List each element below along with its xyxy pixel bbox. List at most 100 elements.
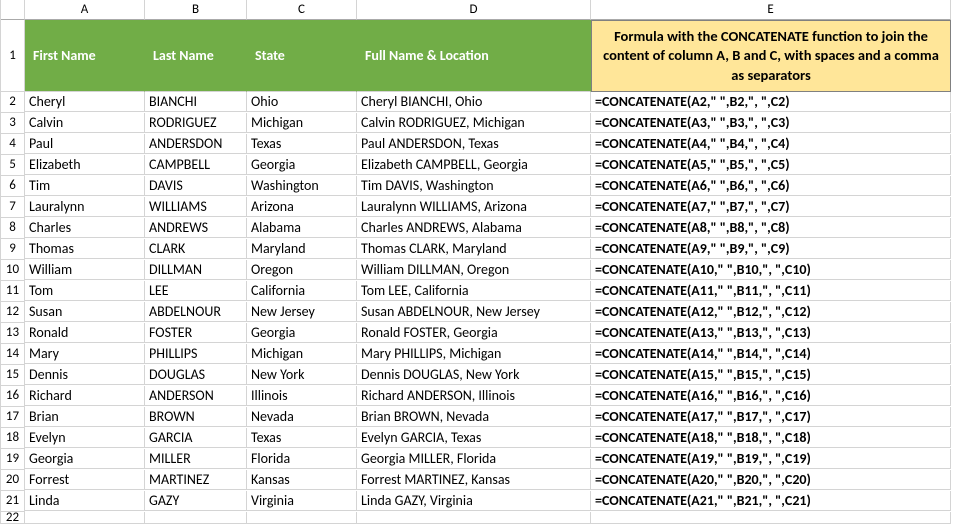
cell-last-name[interactable]: DILLMAN [145, 260, 247, 280]
col-header-B[interactable]: B [145, 0, 247, 20]
cell-last-name[interactable]: CAMPBELL [145, 155, 247, 175]
cell-formula[interactable]: =CONCATENATE(A10," ",B10,", ",C10) [591, 260, 951, 280]
row-header-6[interactable]: 6 [1, 176, 25, 197]
row-header-2[interactable]: 2 [1, 92, 25, 113]
cell-last-name[interactable]: ABDELNOUR [145, 302, 247, 322]
cell-formula[interactable]: =CONCATENATE(A14," ",B14,", ",C14) [591, 344, 951, 364]
cell-last-name[interactable]: CLARK [145, 239, 247, 259]
cell-last-name[interactable]: ANDERSDON [145, 134, 247, 154]
cell-state[interactable]: Texas [247, 134, 357, 154]
row-header-15[interactable]: 15 [1, 365, 25, 386]
header-state[interactable]: State [247, 20, 357, 92]
row-header-12[interactable]: 12 [1, 302, 25, 323]
row-header-9[interactable]: 9 [1, 239, 25, 260]
cell-last-name[interactable]: LEE [145, 281, 247, 301]
row-header-20[interactable]: 20 [1, 470, 25, 491]
header-full-name-location[interactable]: Full Name & Location [357, 20, 591, 92]
cell-first-name[interactable]: Linda [25, 491, 145, 511]
cell-last-name[interactable]: GAZY [145, 491, 247, 511]
cell-full-name-location[interactable]: Evelyn GARCIA, Texas [357, 428, 591, 448]
cell-last-name[interactable]: PHILLIPS [145, 344, 247, 364]
cell-formula[interactable]: =CONCATENATE(A11," ",B11,", ",C11) [591, 281, 951, 301]
cell-first-name[interactable]: Dennis [25, 365, 145, 385]
cell-first-name[interactable]: Tim [25, 176, 145, 196]
cell-first-name[interactable]: Charles [25, 218, 145, 238]
cell-state[interactable]: Ohio [247, 92, 357, 112]
cell-first-name[interactable]: Richard [25, 386, 145, 406]
cell-state[interactable]: New Jersey [247, 302, 357, 322]
cell-state[interactable]: Illinois [247, 386, 357, 406]
cell-state[interactable]: Oregon [247, 260, 357, 280]
cell-state[interactable]: Virginia [247, 491, 357, 511]
row-header-4[interactable]: 4 [1, 134, 25, 155]
cell-last-name[interactable]: BIANCHI [145, 92, 247, 112]
cell-full-name-location[interactable]: Brian BROWN, Nevada [357, 407, 591, 427]
cell-state[interactable]: Michigan [247, 113, 357, 133]
cell-full-name-location[interactable]: Susan ABDELNOUR, New Jersey [357, 302, 591, 322]
row-header-13[interactable]: 13 [1, 323, 25, 344]
header-last-name[interactable]: Last Name [145, 20, 247, 92]
col-header-D[interactable]: D [357, 0, 591, 20]
cell-first-name[interactable]: Tom [25, 281, 145, 301]
cell-last-name[interactable]: DOUGLAS [145, 365, 247, 385]
cell-full-name-location[interactable]: Linda GAZY, Virginia [357, 491, 591, 511]
row-header-14[interactable]: 14 [1, 344, 25, 365]
cell-first-name[interactable]: Evelyn [25, 428, 145, 448]
cell-last-name[interactable]: ANDREWS [145, 218, 247, 238]
cell-full-name-location[interactable]: Lauralynn WILLIAMS, Arizona [357, 197, 591, 217]
row-header-5[interactable]: 5 [1, 155, 25, 176]
cell-full-name-location[interactable]: Richard ANDERSON, Illinois [357, 386, 591, 406]
row-header-19[interactable]: 19 [1, 449, 25, 470]
select-all-corner[interactable] [1, 0, 25, 20]
cell-first-name[interactable]: Cheryl [25, 92, 145, 112]
cell-last-name[interactable]: FOSTER [145, 323, 247, 343]
row-header-11[interactable]: 11 [1, 281, 25, 302]
cell-full-name-location[interactable]: William DILLMAN, Oregon [357, 260, 591, 280]
cell-state[interactable]: Kansas [247, 470, 357, 490]
cell-first-name[interactable]: Paul [25, 134, 145, 154]
col-header-E[interactable]: E [591, 0, 951, 20]
cell-formula[interactable]: =CONCATENATE(A8," ",B8,", ",C8) [591, 218, 951, 238]
cell-full-name-location[interactable]: Elizabeth CAMPBELL, Georgia [357, 155, 591, 175]
cell-first-name[interactable]: Mary [25, 344, 145, 364]
cell-first-name[interactable]: Lauralynn [25, 197, 145, 217]
cell-formula[interactable]: =CONCATENATE(A2," ",B2,", ",C2) [591, 92, 951, 112]
cell-state[interactable]: Maryland [247, 239, 357, 259]
cell-first-name[interactable]: Susan [25, 302, 145, 322]
cell-state[interactable]: Arizona [247, 197, 357, 217]
cell-state[interactable]: Nevada [247, 407, 357, 427]
cell-state[interactable]: Alabama [247, 218, 357, 238]
header-first-name[interactable]: First Name [25, 20, 145, 92]
cell-full-name-location[interactable]: Mary PHILLIPS, Michigan [357, 344, 591, 364]
cell-formula[interactable]: =CONCATENATE(A7," ",B7,", ",C7) [591, 197, 951, 217]
cell-first-name[interactable]: Calvin [25, 113, 145, 133]
row-header-16[interactable]: 16 [1, 386, 25, 407]
cell-formula[interactable]: =CONCATENATE(A16," ",B16,", ",C16) [591, 386, 951, 406]
cell-last-name[interactable]: WILLIAMS [145, 197, 247, 217]
cell-full-name-location[interactable]: Thomas CLARK, Maryland [357, 239, 591, 259]
cell-first-name[interactable]: Forrest [25, 470, 145, 490]
cell-state[interactable]: Georgia [247, 155, 357, 175]
cell-full-name-location[interactable]: Tim DAVIS, Washington [357, 176, 591, 196]
cell-full-name-location[interactable]: Calvin RODRIGUEZ, Michigan [357, 113, 591, 133]
row-header-3[interactable]: 3 [1, 113, 25, 134]
cell-last-name[interactable]: BROWN [145, 407, 247, 427]
row-header-10[interactable]: 10 [1, 260, 25, 281]
cell-full-name-location[interactable]: Forrest MARTINEZ, Kansas [357, 470, 591, 490]
cell-formula[interactable]: =CONCATENATE(A15," ",B15,", ",C15) [591, 365, 951, 385]
cell-full-name-location[interactable]: Cheryl BIANCHI, Ohio [357, 92, 591, 112]
cell-full-name-location[interactable]: Charles ANDREWS, Alabama [357, 218, 591, 238]
cell-formula[interactable]: =CONCATENATE(A4," ",B4,", ",C4) [591, 134, 951, 154]
cell-first-name[interactable]: William [25, 260, 145, 280]
cell-full-name-location[interactable]: Paul ANDERSDON, Texas [357, 134, 591, 154]
cell-formula[interactable]: =CONCATENATE(A5," ",B5,", ",C5) [591, 155, 951, 175]
cell-state[interactable]: California [247, 281, 357, 301]
cell-formula[interactable]: =CONCATENATE(A13," ",B13,", ",C13) [591, 323, 951, 343]
cell-state[interactable]: Florida [247, 449, 357, 469]
row-header-1[interactable]: 1 [1, 20, 25, 92]
cell-first-name[interactable]: Brian [25, 407, 145, 427]
col-header-C[interactable]: C [247, 0, 357, 20]
cell-formula[interactable]: =CONCATENATE(A3," ",B3,", ",C3) [591, 113, 951, 133]
cell-last-name[interactable]: ANDERSON [145, 386, 247, 406]
cell-state[interactable]: New York [247, 365, 357, 385]
